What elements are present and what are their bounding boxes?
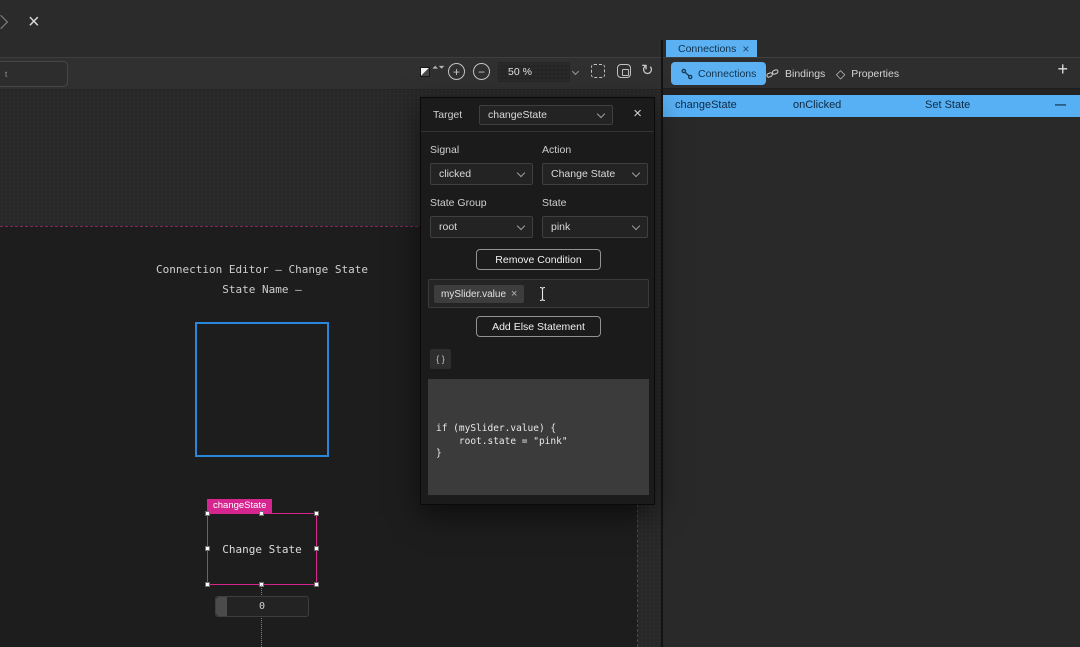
connection-icon (681, 68, 693, 80)
connections-toolbar: Connections Bindings ◇ Properties + (663, 57, 1080, 89)
condition-input-field[interactable]: mySlider.value × (428, 279, 649, 308)
state-dropdown-value: pink (551, 221, 570, 233)
connection-row-target: changeState (675, 99, 737, 111)
zoom-out-button[interactable]: − (473, 63, 490, 80)
updown-arrows-icon: ⏶⏷ (432, 64, 445, 72)
top-bar: × (0, 0, 1080, 57)
connection-row-action: Set State (925, 99, 970, 111)
dialog-close-icon[interactable]: × (633, 106, 642, 121)
state-group-label: State Group (430, 197, 487, 209)
target-dropdown-value: changeState (488, 109, 547, 121)
tab-connections-label: Connections (678, 43, 736, 55)
signal-label: Signal (430, 144, 459, 156)
chip-close-icon[interactable]: × (511, 288, 517, 300)
zoom-to-selection-icon[interactable] (617, 64, 631, 78)
state-label: State (542, 197, 567, 209)
connection-editor-dialog: Target changeState × Signal Action click… (420, 97, 655, 505)
text-cursor-icon (538, 286, 547, 307)
action-dropdown-value: Change State (551, 168, 615, 180)
slider-value: 0 (216, 597, 308, 616)
code-line: if (mySlider.value) { (436, 423, 649, 436)
canvas-subtitle-text: State Name — (110, 283, 414, 296)
bindings-view-button[interactable]: Bindings (766, 62, 825, 85)
state-preview-rectangle[interactable] (195, 322, 329, 457)
remove-connection-icon[interactable]: — (1055, 99, 1066, 111)
add-else-statement-button[interactable]: Add Else Statement (476, 316, 601, 337)
target-dropdown[interactable]: changeState (479, 105, 613, 125)
code-line: } (436, 448, 649, 461)
properties-view-label: Properties (851, 68, 899, 80)
fit-to-screen-icon[interactable] (591, 64, 605, 78)
tab-connections[interactable]: Connections × (666, 40, 757, 57)
slider-item[interactable]: 0 (215, 596, 309, 617)
close-icon[interactable]: × (28, 10, 40, 34)
partial-tab[interactable]: t (0, 61, 68, 87)
chevron-down-icon (517, 168, 525, 176)
zoom-level-combobox[interactable]: 50 % (498, 62, 570, 82)
code-padding (428, 379, 649, 423)
chevron-down-icon (632, 221, 640, 229)
state-group-dropdown[interactable]: root (430, 216, 533, 238)
connections-view-label: Connections (698, 68, 756, 80)
chevron-down-icon (517, 221, 525, 229)
state-dropdown[interactable]: pink (542, 216, 648, 238)
code-view-toggle-button[interactable]: { } (430, 349, 451, 369)
properties-view-button[interactable]: ◇ Properties (836, 62, 899, 85)
connections-view-button[interactable]: Connections (671, 62, 766, 85)
chevron-down-icon (597, 109, 605, 117)
background-toggle-icon[interactable]: ⏶⏷ (420, 66, 438, 78)
tab-close-icon[interactable]: × (742, 42, 749, 56)
code-line: root.state = "pink" (436, 436, 649, 449)
condition-chip-label: mySlider.value (441, 289, 506, 300)
code-preview-area[interactable]: if (mySlider.value) { root.state = "pink… (428, 379, 649, 495)
chevron-right-icon[interactable] (0, 15, 8, 29)
dialog-separator (421, 131, 654, 132)
action-label: Action (542, 144, 571, 156)
signal-dropdown-value: clicked (439, 168, 471, 180)
bindings-chain-icon (766, 68, 779, 80)
selected-button-item[interactable]: Change State (207, 513, 317, 585)
app-window: × t ⏶⏷ + − 50 % ↻ Connection Editor — Ch… (0, 0, 1080, 647)
connection-row-signal: onClicked (793, 99, 841, 111)
remove-condition-button[interactable]: Remove Condition (476, 249, 601, 270)
bindings-view-label: Bindings (785, 68, 825, 80)
connection-row[interactable]: changeState onClicked Set State — (663, 95, 1080, 117)
state-group-dropdown-value: root (439, 221, 457, 233)
target-label: Target (433, 109, 462, 121)
chevron-down-icon (632, 168, 640, 176)
checker-swatch-icon (420, 67, 430, 77)
zoom-in-button[interactable]: + (448, 63, 465, 80)
button-label: Change State (208, 514, 316, 584)
reset-view-icon[interactable]: ↻ (641, 61, 654, 79)
condition-chip[interactable]: mySlider.value × (434, 285, 524, 303)
canvas-title-text: Connection Editor — Change State (110, 263, 414, 276)
action-dropdown[interactable]: Change State (542, 163, 648, 185)
connections-panel-body (663, 117, 1080, 647)
properties-diamond-icon: ◇ (836, 67, 845, 81)
add-connection-button[interactable]: + (1057, 59, 1068, 80)
signal-dropdown[interactable]: clicked (430, 163, 533, 185)
